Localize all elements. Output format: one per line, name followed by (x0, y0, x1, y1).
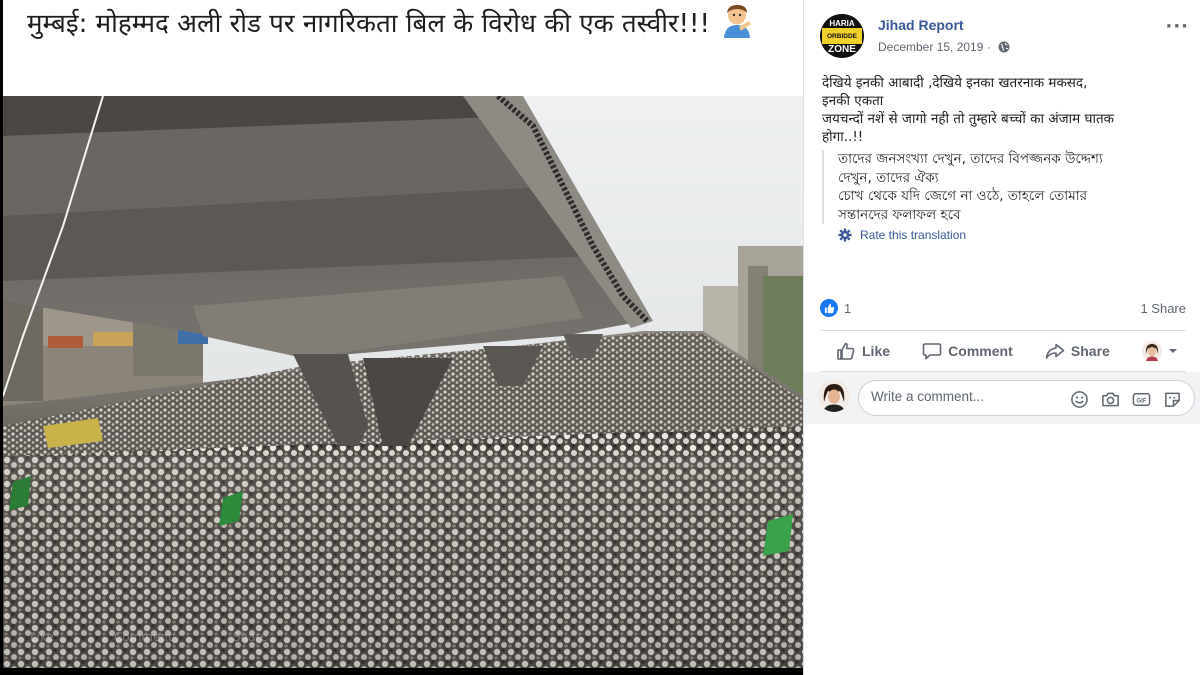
commenter-avatar (818, 380, 850, 412)
photo-embedded-action-bar: Like Comment Share (30, 630, 267, 644)
svg-text:GIF: GIF (1136, 397, 1146, 404)
post-panel: HARIA ORBIDDE ZONE Jihad Report December… (803, 0, 1200, 675)
post-text-line: इनकी एकता (822, 93, 884, 109)
translation-line: চোখ থেকে যদি জেগে না ওঠে, তাহলে তোমার (838, 188, 1088, 204)
comment-bubble-icon (922, 343, 942, 360)
share-count[interactable]: 1 Share (1140, 301, 1186, 316)
translation-line: সন্তানদের ফলাফল হবে (838, 206, 961, 223)
reaction-count: 1 (844, 300, 852, 316)
embedded-share-label: Share (232, 630, 268, 644)
photo-caption: मुम्बई: मोहम्मद अली रोड पर नागरिकता बिल … (27, 9, 710, 39)
translation-line: দেখুন, তাদের ঐক্য (838, 169, 939, 186)
post-meta: December 15, 2019 · (878, 40, 1010, 54)
user-avatar-icon (1141, 341, 1162, 361)
translation-line: তাদের জনসংখ্যা দেখুন, তাদের বিপজ্জনক উদ্… (838, 151, 1103, 167)
rate-translation-link[interactable]: Rate this translation (838, 228, 966, 242)
post-actions-bar: Like Comment Share (820, 330, 1186, 372)
page-avatar[interactable]: HARIA ORBIDDE ZONE (820, 14, 864, 58)
comment-input[interactable] (871, 389, 1051, 404)
more-options-button[interactable]: ··· (1165, 16, 1189, 37)
like-button-label: Like (862, 343, 891, 359)
sticker-icon[interactable] (1163, 390, 1182, 409)
post-text: देखिये इनकी आबादी ,देखिये इनका खतरनाक मक… (822, 74, 1187, 146)
comment-button-label: Comment (948, 343, 1013, 359)
post-text-line: जयचन्दों नशें से जागो नही तो तुम्हारे बच… (822, 111, 1115, 127)
thumbs-up-outline-icon (837, 342, 855, 360)
embedded-like-label: Like (30, 630, 54, 644)
photo-caption-box: मुम्बई: मोहम्मद अली रोड पर नागरिकता बिल … (3, 0, 803, 96)
emoji-icon[interactable] (1070, 390, 1089, 409)
reaction-identity-selector[interactable] (1141, 341, 1178, 361)
comment-input-box: GIF (858, 380, 1195, 416)
person-gesturing-emoji-icon (724, 5, 752, 38)
post-text-line: होगा..!! (822, 129, 864, 145)
share-arrow-icon (1045, 343, 1065, 359)
rate-translation-label: Rate this translation (860, 228, 967, 242)
reactions-summary: 1 1 Share (820, 296, 1186, 320)
logo-text-top: HARIA (829, 19, 855, 28)
globe-icon[interactable] (998, 41, 1010, 53)
embedded-comment-label: Comment (113, 630, 173, 644)
thumbs-up-icon (824, 303, 834, 313)
sharia-zone-logo-icon: HARIA ORBIDDE ZONE (820, 14, 864, 58)
translation-block: তাদের জনসংখ্যা দেখুন, তাদের বিপজ্জনক উদ্… (822, 150, 1187, 224)
logo-text-middle: ORBIDDE (827, 33, 858, 40)
post-date[interactable]: December 15, 2019 (878, 40, 983, 54)
crowd-under-flyover-photo (3, 96, 803, 668)
shared-photo-panel: मुम्बई: मोहम्मद अली रोड पर नागरिकता बिल … (0, 0, 803, 675)
share-button-label: Share (1070, 343, 1110, 359)
logo-text-bottom: ZONE (828, 44, 856, 55)
gear-icon (838, 228, 852, 242)
share-button[interactable]: Share (1045, 341, 1110, 361)
user-photo-icon (818, 380, 850, 412)
meta-separator: · (986, 40, 991, 54)
reaction-count-group[interactable]: 1 (820, 299, 851, 317)
comment-attachment-icons: GIF (1070, 390, 1182, 409)
caret-down-icon (1168, 349, 1177, 353)
like-button[interactable]: Like (836, 341, 890, 361)
comment-composer: GIF (804, 372, 1200, 424)
camera-icon[interactable] (1101, 390, 1120, 409)
page-name-link[interactable]: Jihad Report (878, 17, 964, 33)
gif-icon[interactable]: GIF (1132, 390, 1151, 409)
comment-button[interactable]: Comment (922, 341, 1013, 361)
post-text-line: देखिये इनकी आबादी ,देखिये इनका खतरनाक मक… (822, 75, 1088, 91)
post-header: HARIA ORBIDDE ZONE Jihad Report December… (818, 14, 1193, 64)
like-reaction-icon (820, 299, 838, 317)
